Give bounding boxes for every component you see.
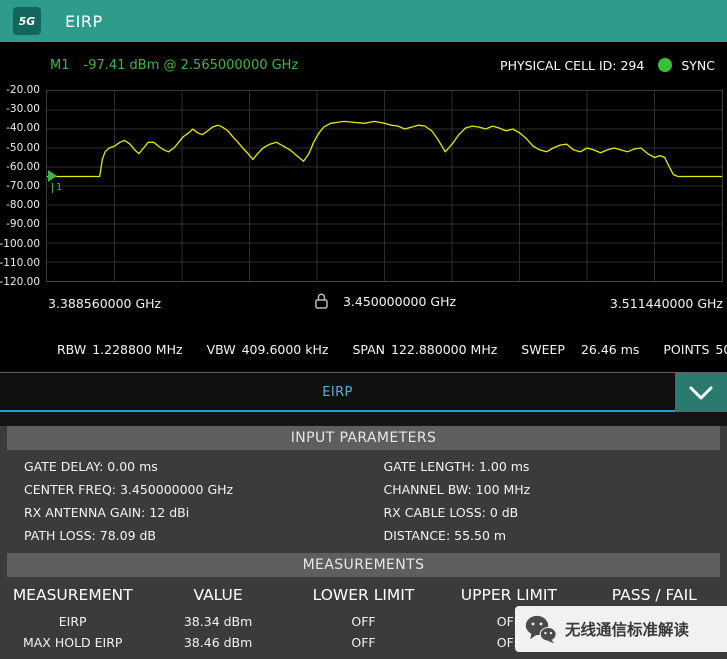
y-axis-tick: -40.00	[6, 122, 40, 134]
input-parameter: DISTANCE: 55.50 m	[384, 524, 727, 547]
points-label: POINTS	[663, 342, 709, 357]
input-parameter: CENTER FREQ: 3.450000000 GHz	[24, 478, 364, 501]
marker-arrow-icon	[48, 170, 57, 182]
freq-center-label: 3.450000000 GHz	[343, 294, 456, 309]
sweep-value: 26.46 ms	[581, 342, 639, 357]
input-parameter: PATH LOSS: 78.09 dB	[24, 524, 364, 547]
watermark-text: 无线通信标准解读	[565, 618, 689, 640]
rbw-value: 1.228800 MHz	[92, 342, 182, 357]
y-axis: -20.00-30.00-40.00-50.00-60.00-70.00-80.…	[0, 90, 44, 282]
input-parameters-left-column: GATE DELAY: 0.00 msCENTER FREQ: 3.450000…	[0, 455, 364, 547]
freq-center-group: 3.450000000 GHz	[313, 292, 456, 310]
watermark: 无线通信标准解读	[515, 606, 727, 652]
lock-icon[interactable]	[313, 292, 329, 310]
measurement-cell: 38.34 dBm	[145, 611, 290, 632]
y-axis-tick: -100.00	[0, 238, 40, 250]
measurement-cell: 38.46 dBm	[145, 632, 290, 653]
physical-cell-id: PHYSICAL CELL ID: 294	[500, 58, 644, 73]
cell-status-group: PHYSICAL CELL ID: 294 SYNC	[500, 58, 715, 73]
y-axis-tick: -90.00	[6, 218, 40, 230]
input-parameters-grid: GATE DELAY: 0.00 msCENTER FREQ: 3.450000…	[0, 450, 727, 553]
rbw-readout: RBW 1.228800 MHz	[57, 342, 183, 357]
panel-gap	[0, 412, 727, 426]
wechat-icon	[525, 615, 557, 644]
tab-dropdown-button[interactable]	[675, 373, 727, 413]
span-label: SPAN	[352, 342, 385, 357]
freq-stop-label: 3.511440000 GHz	[610, 296, 723, 311]
freq-start-label: 3.388560000 GHz	[48, 296, 161, 311]
y-axis-tick: -110.00	[0, 257, 40, 269]
plot-area[interactable]: 1	[46, 90, 723, 282]
input-parameter: RX ANTENNA GAIN: 12 dBi	[24, 501, 364, 524]
chevron-down-icon	[688, 385, 714, 401]
measurement-cell: OFF	[291, 611, 436, 632]
y-axis-tick: -60.00	[6, 161, 40, 173]
input-parameter: RX CABLE LOSS: 0 dB	[384, 501, 727, 524]
tab-eirp[interactable]: EIRP	[0, 373, 675, 412]
y-axis-tick: -20.00	[6, 84, 40, 96]
points-value: 501	[715, 342, 727, 357]
input-parameters-right-column: GATE LENGTH: 1.00 msCHANNEL BW: 100 MHzR…	[364, 455, 727, 547]
trace-canvas	[47, 91, 722, 281]
vbw-readout: VBW 409.6000 kHz	[207, 342, 329, 357]
section-header-measurements: MEASUREMENTS	[7, 553, 720, 577]
measurement-tab-bar: EIRP	[0, 372, 727, 412]
y-axis-tick: -120.00	[0, 276, 40, 288]
measurements-column-header: MEASUREMENT	[0, 580, 145, 611]
input-parameter: GATE LENGTH: 1.00 ms	[384, 455, 727, 478]
measurements-column-header: VALUE	[145, 580, 290, 611]
sync-indicator-icon	[658, 58, 672, 72]
input-parameter: CHANNEL BW: 100 MHz	[384, 478, 727, 501]
page-title: EIRP	[65, 12, 103, 31]
rbw-label: RBW	[57, 342, 86, 357]
marker-number: 1	[52, 183, 62, 193]
app-titlebar: 5G EIRP	[0, 0, 727, 42]
sweep-status-bar: RBW 1.228800 MHz VBW 409.6000 kHz SPAN 1…	[0, 336, 727, 362]
sweep-readout: SWEEP 26.46 ms	[521, 342, 639, 357]
sweep-label: SWEEP	[521, 342, 565, 357]
y-axis-tick: -30.00	[6, 103, 40, 115]
section-header-input-parameters: INPUT PARAMETERS	[7, 426, 720, 450]
marker-1-handle[interactable]: 1	[48, 170, 62, 193]
y-axis-tick: -50.00	[6, 142, 40, 154]
measurement-cell: MAX HOLD EIRP	[0, 632, 145, 653]
points-readout: POINTS 501	[663, 342, 727, 357]
span-value: 122.880000 MHz	[391, 342, 497, 357]
measurement-cell: OFF	[291, 632, 436, 653]
marker-value: -97.41 dBm @ 2.565000000 GHz	[84, 58, 299, 73]
span-readout: SPAN 122.880000 MHz	[352, 342, 497, 357]
vbw-label: VBW	[207, 342, 236, 357]
sync-label: SYNC	[681, 58, 715, 73]
app-logo-5g-icon: 5G	[13, 7, 41, 35]
marker-label: M1	[50, 58, 70, 73]
marker-readout-bar: M1 -97.41 dBm @ 2.565000000 GHz PHYSICAL…	[0, 42, 727, 88]
y-axis-tick: -80.00	[6, 199, 40, 211]
spectrum-chart: -20.00-30.00-40.00-50.00-60.00-70.00-80.…	[0, 90, 727, 282]
vbw-value: 409.6000 kHz	[242, 342, 329, 357]
input-parameter: GATE DELAY: 0.00 ms	[24, 455, 364, 478]
y-axis-tick: -70.00	[6, 180, 40, 192]
measurements-column-header: LOWER LIMIT	[291, 580, 436, 611]
frequency-axis-row: 3.388560000 GHz 3.450000000 GHz 3.511440…	[46, 288, 723, 318]
measurement-cell: EIRP	[0, 611, 145, 632]
